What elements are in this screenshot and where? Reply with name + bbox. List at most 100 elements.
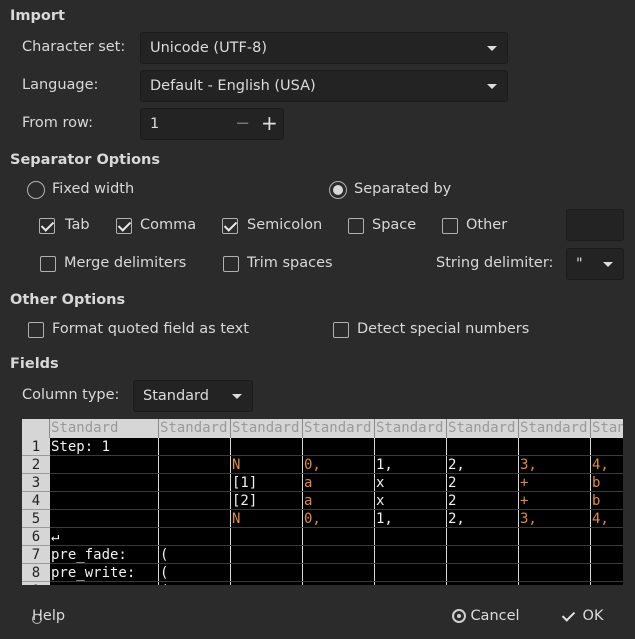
table-cell[interactable]: ( (160, 564, 168, 582)
row-divider (50, 491, 623, 492)
table-cell[interactable]: [2] (232, 492, 257, 510)
other-separator-input[interactable] (566, 209, 624, 241)
merge-delimiters-checkbox[interactable] (40, 256, 56, 272)
row-number[interactable]: 1 (22, 438, 50, 456)
column-header[interactable]: Standard (375, 419, 447, 438)
table-cell[interactable]: a (304, 492, 312, 510)
space-checkbox[interactable] (348, 218, 364, 234)
column-type-value: Standard (143, 388, 209, 404)
row-number[interactable]: 2 (22, 456, 50, 474)
table-cell[interactable]: 0, (304, 456, 321, 474)
tab-checkbox[interactable] (39, 218, 55, 234)
charset-value: Unicode (UTF-8) (150, 40, 267, 56)
grid-corner[interactable] (22, 419, 50, 438)
table-cell[interactable]: 0, (304, 510, 321, 528)
row-number[interactable]: 8 (22, 564, 50, 582)
column-header[interactable]: Standard (519, 419, 591, 438)
help-icon (32, 614, 42, 624)
row-divider (50, 581, 623, 582)
language-select[interactable]: Default - English (USA) (140, 70, 508, 102)
table-cell[interactable]: N (232, 510, 240, 528)
table-cell[interactable]: 4, (592, 510, 609, 528)
column-header[interactable]: Standard (159, 419, 231, 438)
table-cell[interactable]: a (304, 474, 312, 492)
column-type-label: Column type: (22, 387, 120, 403)
table-cell[interactable]: x (376, 492, 384, 510)
table-cell[interactable]: 2, (448, 456, 465, 474)
detect-special-label: Detect special numbers (357, 321, 530, 337)
cancel-button[interactable]: Cancel (441, 600, 529, 632)
chevron-down-icon (487, 46, 497, 51)
table-cell[interactable]: 1, (376, 510, 393, 528)
table-cell[interactable]: b (592, 474, 600, 492)
row-number[interactable]: 4 (22, 492, 50, 510)
row-number[interactable]: 7 (22, 546, 50, 564)
column-header[interactable]: Standard (447, 419, 519, 438)
comma-label: Comma (140, 217, 197, 233)
table-cell[interactable]: 4, (592, 456, 609, 474)
minus-icon[interactable]: − (235, 109, 250, 139)
row-divider (50, 527, 623, 528)
table-cell[interactable]: [1] (232, 474, 257, 492)
string-delimiter-select[interactable]: " (566, 248, 624, 280)
table-cell[interactable]: ( (160, 546, 168, 564)
row-number[interactable]: 5 (22, 510, 50, 528)
detect-special-checkbox[interactable] (333, 322, 349, 338)
row-divider (50, 509, 623, 510)
checkmark-icon (561, 608, 576, 622)
from-row-spinbox[interactable]: 1 − + (140, 108, 284, 140)
row-divider (50, 563, 623, 564)
table-cell[interactable]: N (232, 456, 240, 474)
table-cell[interactable]: pre_fade: (51, 546, 127, 564)
table-cell[interactable]: 3, (520, 510, 537, 528)
table-cell[interactable]: pre_write: (51, 564, 135, 582)
other-label: Other (466, 217, 508, 233)
table-cell[interactable]: + (520, 492, 528, 510)
column-header[interactable]: Standard (591, 419, 623, 438)
table-cell[interactable]: pre_copy: (51, 582, 127, 585)
column-header[interactable]: Standard (231, 419, 303, 438)
table-cell[interactable]: x (376, 474, 384, 492)
charset-select[interactable]: Unicode (UTF-8) (140, 32, 508, 64)
other-checkbox[interactable] (442, 218, 458, 234)
row-number[interactable]: 6 (22, 528, 50, 546)
chevron-down-icon (232, 394, 242, 399)
ok-button[interactable]: OK (545, 600, 623, 632)
language-value: Default - English (USA) (150, 78, 316, 94)
table-cell[interactable]: ↵ (51, 528, 59, 546)
chevron-down-icon (487, 84, 497, 89)
row-divider (50, 473, 623, 474)
column-header[interactable]: Standard (303, 419, 375, 438)
separated-by-radio[interactable] (329, 181, 347, 199)
table-cell[interactable]: Step: 1 (51, 438, 110, 456)
fields-section-title: Fields (10, 356, 59, 372)
fixed-width-radio[interactable] (27, 181, 45, 199)
table-cell[interactable]: b (592, 492, 600, 510)
separated-by-label: Separated by (354, 181, 452, 197)
plus-icon[interactable]: + (261, 108, 278, 138)
other-options-title: Other Options (10, 292, 126, 308)
row-number[interactable]: 3 (22, 474, 50, 492)
table-cell[interactable]: 2 (448, 492, 456, 510)
separator-section-title: Separator Options (10, 152, 160, 168)
row-divider (50, 545, 623, 546)
import-section-title: Import (10, 8, 65, 24)
help-button[interactable]: Help (10, 600, 94, 632)
trim-spaces-checkbox[interactable] (223, 256, 239, 272)
column-header[interactable]: Standard (50, 419, 159, 438)
table-cell[interactable]: + (520, 474, 528, 492)
fixed-width-label: Fixed width (52, 181, 135, 197)
table-cell[interactable]: ( (160, 582, 168, 585)
comma-checkbox[interactable] (116, 218, 132, 234)
table-cell[interactable]: 3, (520, 456, 537, 474)
cancel-icon (452, 609, 466, 623)
preview-grid[interactable]: Standard Standard Standard Standard Standard… (22, 419, 623, 585)
table-cell[interactable]: 2, (448, 510, 465, 528)
table-cell[interactable]: 1, (376, 456, 393, 474)
from-row-value[interactable]: 1 (150, 116, 159, 132)
column-type-select[interactable]: Standard (133, 380, 253, 412)
format-quoted-checkbox[interactable] (28, 322, 44, 338)
row-number[interactable]: 9 (22, 582, 50, 585)
table-cell[interactable]: 2 (448, 474, 456, 492)
semicolon-checkbox[interactable] (222, 218, 238, 234)
